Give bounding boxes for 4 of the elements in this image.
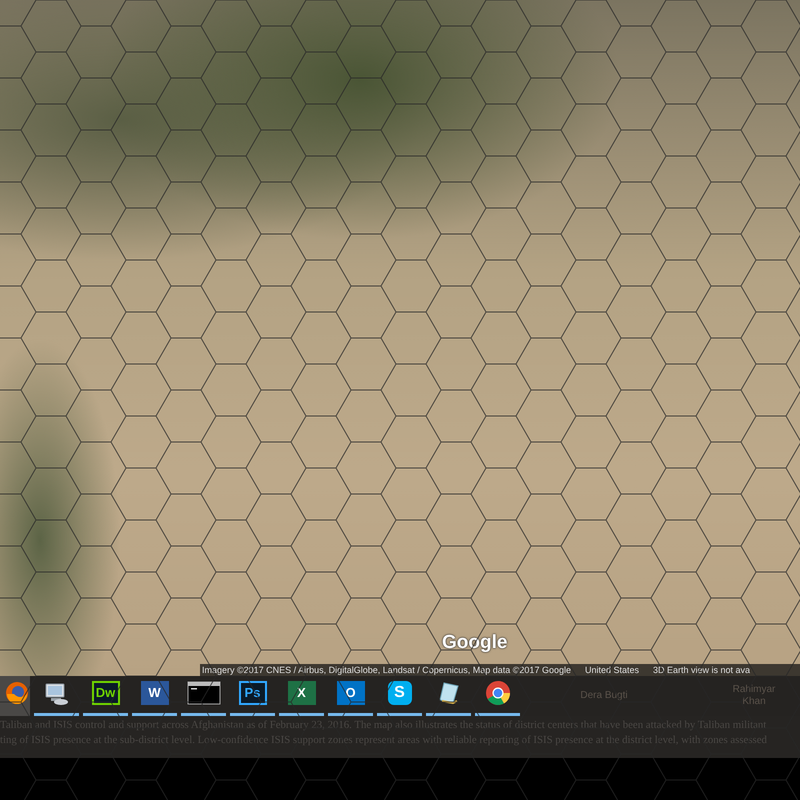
taskbar-icon[interactable] — [0, 676, 30, 716]
attribution-text: 3D Earth view is not ava — [653, 664, 750, 676]
attribution-text: United States — [584, 664, 639, 676]
attribution-text: Imagery ©2017 CNES / Airbus, DigitalGlobe, Landsat / Copernicus, Map data ©2017 Google — [202, 664, 571, 676]
